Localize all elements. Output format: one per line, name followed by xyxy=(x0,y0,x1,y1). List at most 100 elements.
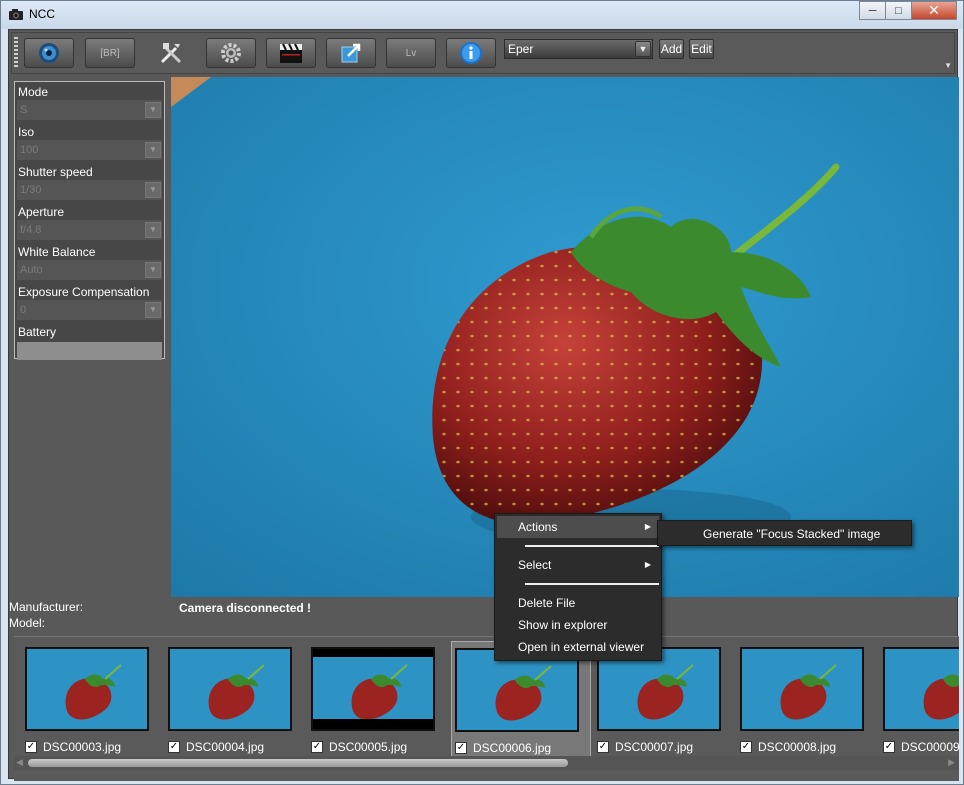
add-button[interactable]: Add xyxy=(659,39,684,59)
camera-info: Manufacturer: Model: Camera disconnected… xyxy=(9,600,959,636)
property-label: Exposure Compensation xyxy=(18,285,150,299)
gear-icon xyxy=(221,43,241,63)
thumbnail-caption: ✓ DSC00008.jpg xyxy=(740,740,836,754)
thumbnail-caption: ✓ DSC00009.jpg xyxy=(883,740,959,754)
thumbnail-image[interactable] xyxy=(883,647,959,731)
chevron-down-icon[interactable]: ▼ xyxy=(145,102,161,118)
thumbnail-caption: ✓ DSC00007.jpg xyxy=(597,740,693,754)
toolbar: [BR] Lv Eper ▼ Add Edit ▼ xyxy=(11,32,955,74)
main-area: [BR] Lv Eper ▼ Add Edit ▼ Mode S ▼ Iso 1… xyxy=(8,29,959,781)
property-label: Shutter speed xyxy=(18,165,93,179)
property-select[interactable]: 0 ▼ xyxy=(17,300,162,320)
info-icon xyxy=(460,42,482,64)
thumbnail-image[interactable] xyxy=(740,647,864,731)
thumbnail-item[interactable]: ✓ DSC00004.jpg xyxy=(165,641,305,759)
submenu-generate-focus-stacked[interactable]: Generate "Focus Stacked" image xyxy=(657,520,912,546)
thumbnail-checkbox[interactable]: ✓ xyxy=(740,741,752,753)
tools-icon xyxy=(160,43,182,64)
chevron-down-icon[interactable]: ▼ xyxy=(635,41,651,57)
property-select[interactable]: S ▼ xyxy=(17,100,162,120)
property-label: Iso xyxy=(18,125,35,139)
thumbnail-item[interactable]: ✓ DSC00005.jpg xyxy=(308,641,448,759)
thumbnail-scrollbar[interactable]: ◀ ▶ xyxy=(14,756,959,770)
battery-label: Battery xyxy=(18,325,57,339)
thumbnail-filename: DSC00007.jpg xyxy=(615,740,694,754)
lens-icon xyxy=(39,43,59,63)
bracketing-button[interactable]: [BR] xyxy=(85,38,135,68)
edit-button[interactable]: Edit xyxy=(689,39,714,59)
context-menu: Actions ▶ Select ▶ Delete File Show in e… xyxy=(494,513,662,661)
thumbnail-filename: DSC00009.jpg xyxy=(901,740,959,754)
camera-properties-panel: Mode S ▼ Iso 100 ▼ Shutter speed 1/30 ▼ Aperture f… xyxy=(14,81,165,360)
property-value: Auto xyxy=(20,264,43,276)
liveview-button[interactable]: Lv xyxy=(386,38,436,68)
thumbnail-filename: DSC00003.jpg xyxy=(43,740,122,754)
capture-button[interactable] xyxy=(24,38,74,68)
model-label: Model: xyxy=(9,616,46,630)
session-value: Eper xyxy=(508,42,534,56)
maximize-icon: □ xyxy=(895,4,902,17)
minimize-button[interactable]: ─ xyxy=(859,1,886,20)
chevron-down-icon[interactable]: ▼ xyxy=(145,262,161,278)
menu-item-delete-file[interactable]: Delete File xyxy=(497,592,659,614)
thumbnail-item[interactable]: ✓ DSC00009.jpg xyxy=(880,641,959,759)
chevron-down-icon[interactable]: ▼ xyxy=(145,222,161,238)
menu-item-select[interactable]: Select ▶ xyxy=(497,554,659,576)
scroll-left-icon[interactable]: ◀ xyxy=(16,757,23,768)
thumbnail-caption: ✓ DSC00003.jpg xyxy=(25,740,121,754)
menu-item-open-external[interactable]: Open in external viewer xyxy=(497,636,659,658)
battery-level-bar xyxy=(17,342,162,360)
thumbnail-image[interactable] xyxy=(25,647,149,731)
thumbnail-item[interactable]: ✓ DSC00008.jpg xyxy=(737,641,877,759)
property-value: f/4.8 xyxy=(20,224,42,236)
menu-item-show-in-explorer[interactable]: Show in explorer xyxy=(497,614,659,636)
title-bar[interactable]: NCC ─ □ ✕ xyxy=(1,1,963,29)
fullscreen-button[interactable] xyxy=(326,38,376,68)
movie-button[interactable] xyxy=(266,38,316,68)
manufacturer-label: Manufacturer: xyxy=(9,600,84,614)
toolbar-overflow-icon[interactable]: ▼ xyxy=(944,61,952,70)
maximize-button[interactable]: □ xyxy=(885,1,912,20)
thumbnail-item[interactable]: ✓ DSC00003.jpg xyxy=(22,641,162,759)
minimize-icon: ─ xyxy=(868,4,877,17)
session-select[interactable]: Eper ▼ xyxy=(504,39,653,59)
thumbnail-checkbox[interactable]: ✓ xyxy=(168,741,180,753)
thumbnail-checkbox[interactable]: ✓ xyxy=(597,741,609,753)
settings-button[interactable] xyxy=(206,38,256,68)
clapperboard-icon xyxy=(280,43,302,63)
app-window: NCC ─ □ ✕ [BR] Lv Eper ▼ Add Edit ▼ Mode… xyxy=(0,0,964,785)
property-select[interactable]: 100 ▼ xyxy=(17,140,162,160)
thumbnail-checkbox[interactable]: ✓ xyxy=(883,741,895,753)
thumbnail-filename: DSC00008.jpg xyxy=(758,740,837,754)
tools-button[interactable] xyxy=(146,38,196,68)
chevron-down-icon[interactable]: ▼ xyxy=(145,182,161,198)
property-value: 1/30 xyxy=(20,184,42,196)
menu-item-actions[interactable]: Actions ▶ xyxy=(497,516,659,538)
thumbnail-image[interactable] xyxy=(311,647,435,731)
thumbnail-image[interactable] xyxy=(168,647,292,731)
property-value: 0 xyxy=(20,304,27,316)
property-value: 100 xyxy=(20,144,39,156)
submenu-arrow-icon: ▶ xyxy=(644,522,651,531)
toolbar-grip[interactable] xyxy=(14,37,18,69)
thumbnail-caption: ✓ DSC00004.jpg xyxy=(168,740,264,754)
submenu-arrow-icon: ▶ xyxy=(644,560,651,569)
close-button[interactable]: ✕ xyxy=(911,1,957,20)
property-select[interactable]: f/4.8 ▼ xyxy=(17,220,162,240)
scroll-right-icon[interactable]: ▶ xyxy=(948,757,955,768)
property-select[interactable]: 1/30 ▼ xyxy=(17,180,162,200)
thumbnail-caption: ✓ DSC00005.jpg xyxy=(311,740,407,754)
property-label: Mode xyxy=(18,85,49,99)
chevron-down-icon[interactable]: ▼ xyxy=(145,302,161,318)
thumbnail-checkbox[interactable]: ✓ xyxy=(25,741,37,753)
property-label: Aperture xyxy=(18,205,65,219)
info-button[interactable] xyxy=(446,38,496,68)
chevron-down-icon[interactable]: ▼ xyxy=(145,142,161,158)
scrollbar-thumb[interactable] xyxy=(28,759,568,767)
menu-item-actions-label: Actions xyxy=(518,520,558,534)
thumbnail-checkbox[interactable]: ✓ xyxy=(455,742,467,754)
thumbnail-filename: DSC00005.jpg xyxy=(329,740,408,754)
thumbnail-checkbox[interactable]: ✓ xyxy=(311,741,323,753)
property-select[interactable]: Auto ▼ xyxy=(17,260,162,280)
close-icon: ✕ xyxy=(928,2,940,18)
